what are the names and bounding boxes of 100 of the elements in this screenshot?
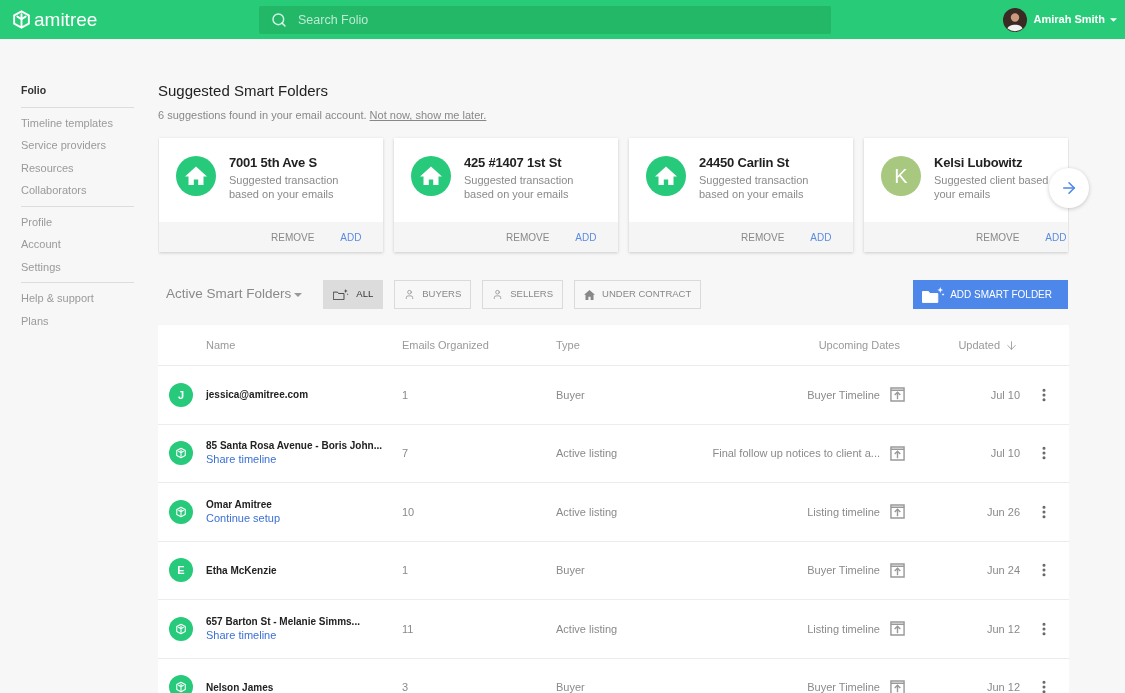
folder-type: Active listing — [556, 504, 619, 520]
caret-icon — [294, 292, 303, 297]
user-menu-button[interactable]: Amirah Smith — [1033, 11, 1117, 28]
folder-name: Etha McKenzie — [206, 563, 278, 577]
emails-count: 1 — [402, 563, 410, 578]
caret-icon — [1110, 17, 1117, 22]
emails-count: 7 — [402, 446, 410, 461]
letter-avatar: J — [169, 382, 193, 407]
person-icon — [492, 289, 504, 300]
upload-box-icon[interactable] — [890, 445, 905, 461]
sidebar-link[interactable]: Account — [21, 236, 61, 253]
remove-button[interactable]: REMOVE — [741, 229, 785, 245]
letter-avatar: K — [881, 156, 921, 196]
folder-sparkle-icon — [333, 289, 350, 300]
folder-type: Buyer — [556, 563, 586, 578]
sidebar-link[interactable]: Resources — [21, 159, 74, 176]
suggestions-summary: 6 suggestions found in your email account. Not now, show me later. — [158, 108, 488, 122]
card-title: 24450 Carlin St — [699, 155, 791, 171]
add-button[interactable]: ADD — [1045, 229, 1067, 245]
sidebar-link[interactable]: Help & support — [21, 290, 94, 307]
emails-count: 11 — [402, 621, 415, 637]
folder-type: Active listing — [556, 446, 619, 461]
emails-count: 3 — [402, 680, 410, 693]
card-title: Kelsi Lubowitz — [934, 155, 1024, 171]
upcoming-date: Buyer Timeline — [807, 387, 880, 403]
folder-name: 85 Santa Rosa Avenue - Boris John... — [206, 439, 383, 453]
add-button[interactable]: ADD — [810, 229, 832, 245]
emails-count: 1 — [402, 387, 410, 403]
folder-filter-dropdown[interactable]: Active Smart Folders — [166, 284, 303, 305]
folder-sparkle-icon — [922, 286, 946, 303]
add-smart-folder-button[interactable]: ADD SMART FOLDER — [913, 280, 1068, 309]
updated-date: Jul 10 — [990, 446, 1020, 461]
logo-avatar-icon — [169, 441, 193, 466]
remove-button[interactable]: REMOVE — [506, 229, 550, 245]
sidebar-link[interactable]: Plans — [21, 312, 49, 329]
filter-button[interactable]: UNDER CONTRACT — [574, 280, 702, 309]
add-button[interactable]: ADD — [340, 229, 362, 245]
updated-date: Jul 10 — [990, 387, 1020, 403]
upcoming-date: Final follow up notices to client a... — [712, 446, 880, 461]
logo-avatar-icon — [169, 616, 193, 641]
folder-action-link[interactable]: Share timeline — [206, 452, 277, 468]
dismiss-link[interactable]: Not now, show me later. — [369, 109, 487, 121]
search-field[interactable]: Search Folio — [259, 5, 831, 34]
sidebar-link[interactable]: Settings — [21, 258, 61, 275]
search-icon — [271, 11, 287, 28]
upload-box-icon[interactable] — [890, 679, 905, 693]
updated-date: Jun 26 — [986, 504, 1020, 520]
card-description: Suggested transaction based on your emails — [229, 173, 339, 201]
house-icon — [584, 289, 596, 300]
folder-type: Active listing — [556, 621, 619, 637]
folder-name: jessica@amitree.com — [206, 388, 310, 402]
folder-name: 657 Barton St - Melanie Simms... — [206, 614, 361, 628]
filter-button[interactable]: ALL — [323, 280, 384, 309]
logo-icon — [12, 10, 31, 29]
folder-action-link[interactable]: Share timeline — [206, 627, 277, 643]
sidebar-link[interactable]: Collaborators — [21, 182, 87, 199]
person-avatar-icon — [1003, 7, 1028, 32]
updated-date: Jun 12 — [986, 680, 1020, 693]
column-header: Name — [206, 337, 236, 353]
folder-type: Buyer — [556, 387, 586, 403]
column-header: Type — [556, 337, 580, 353]
updated-date: Jun 12 — [986, 621, 1020, 637]
filter-button[interactable]: SELLERS — [482, 280, 564, 309]
folder-action-link[interactable]: Continue setup — [206, 510, 280, 526]
upload-box-icon[interactable] — [890, 621, 905, 637]
sidebar-link[interactable]: Folio — [21, 83, 47, 100]
sidebar-link[interactable]: Profile — [21, 213, 53, 230]
remove-button[interactable]: REMOVE — [976, 229, 1020, 245]
filter-button[interactable]: BUYERS — [394, 280, 472, 309]
emails-count: 10 — [402, 504, 416, 520]
letter-avatar: E — [169, 558, 193, 583]
folder-name: Nelson James — [206, 680, 275, 693]
arrow-right-icon — [1060, 179, 1078, 197]
column-header: Emails Organized — [402, 337, 489, 353]
card-title: 425 #1407 1st St — [464, 155, 563, 171]
sidebar-link[interactable]: Service providers — [21, 137, 106, 154]
remove-button[interactable]: REMOVE — [271, 229, 315, 245]
next-button[interactable] — [1049, 168, 1089, 208]
column-header: Upcoming Dates — [818, 337, 900, 353]
folder-name: Omar Amitree — [206, 497, 273, 511]
upload-box-icon[interactable] — [890, 562, 905, 578]
upcoming-date: Listing timeline — [807, 504, 880, 520]
card-description: Suggested transaction based on your emails — [464, 173, 574, 201]
sidebar-link[interactable]: Timeline templates — [21, 114, 113, 131]
updated-date: Jun 24 — [986, 563, 1020, 578]
upcoming-date: Buyer Timeline — [807, 563, 880, 578]
logo-avatar-icon — [169, 499, 193, 524]
card-title: 7001 5th Ave S — [229, 155, 318, 171]
logo-wordmark: amitree — [34, 10, 98, 29]
column-header: Updated — [958, 337, 1000, 353]
section-title: Suggested Smart Folders — [158, 81, 330, 101]
upload-box-icon[interactable] — [890, 504, 905, 520]
upload-box-icon[interactable] — [890, 387, 905, 403]
folder-type: Buyer — [556, 680, 586, 693]
card-description: Suggested transaction based on your emails — [699, 173, 809, 201]
upcoming-date: Buyer Timeline — [807, 680, 880, 693]
upcoming-date: Listing timeline — [807, 621, 880, 637]
person-icon — [404, 289, 416, 300]
add-button[interactable]: ADD — [575, 229, 597, 245]
card-description: Suggested client based your emails — [934, 173, 1049, 201]
